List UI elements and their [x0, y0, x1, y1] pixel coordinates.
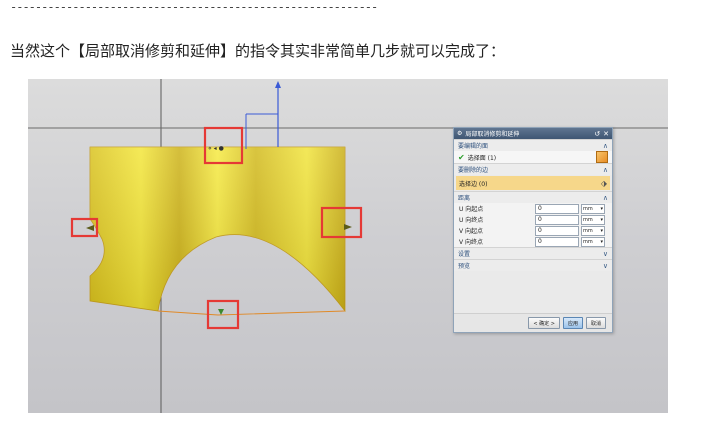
- section-distance-label: 距离: [458, 195, 471, 202]
- section-settings-label: 设置: [458, 251, 471, 258]
- dialog-title: 局部取消修剪和延伸: [465, 131, 520, 138]
- section-settings-header[interactable]: 设置 ∨: [454, 247, 612, 259]
- apply-button[interactable]: 应用: [562, 317, 583, 329]
- gear-icon: ⚙: [457, 130, 463, 137]
- cancel-button[interactable]: 取消: [585, 317, 606, 329]
- checkmark-icon: ✔: [458, 152, 465, 162]
- field-label: U 向终点: [459, 217, 484, 224]
- cad-screenshot: ⋄ ◂ ● ⚙ 局部取消修剪和延伸 ↺ ✕ 要编辑的面 ∧ ✔ 选择面 (1) …: [28, 79, 668, 413]
- field-row-v-end: V 向终点 0 mm ▾: [454, 236, 612, 247]
- u-start-input[interactable]: 0: [535, 203, 579, 214]
- ok-button[interactable]: < 确定 >: [528, 317, 560, 329]
- section-distance-header[interactable]: 距离 ∧: [454, 191, 612, 203]
- field-row-u-end: U 向终点 0 mm ▾: [454, 214, 612, 225]
- unit-label: mm: [583, 205, 593, 212]
- unext-dialog: ⚙ 局部取消修剪和延伸 ↺ ✕ 要编辑的面 ∧ ✔ 选择面 (1) 要删除的边 …: [453, 127, 613, 333]
- chevron-up-icon[interactable]: ∧: [603, 194, 608, 202]
- unit-label: mm: [583, 227, 593, 234]
- dialog-titlebar[interactable]: ⚙ 局部取消修剪和延伸 ↺ ✕: [454, 128, 612, 139]
- edge-selector-icon[interactable]: ⬗: [601, 179, 607, 188]
- face-selector-icon[interactable]: [596, 151, 608, 163]
- dropdown-icon: ▾: [600, 227, 603, 234]
- close-icon[interactable]: ✕: [603, 130, 609, 138]
- select-face-row[interactable]: ✔ 选择面 (1): [454, 151, 612, 163]
- chevron-up-icon[interactable]: ∧: [603, 142, 608, 150]
- unit-select[interactable]: mm ▾: [581, 203, 605, 214]
- dialog-button-bar: < 确定 > 应用 取消: [454, 313, 612, 332]
- section-face-label: 要编辑的面: [458, 143, 489, 150]
- section-edge-header[interactable]: 要删除的边 ∧: [454, 163, 612, 175]
- dropdown-icon: ▾: [600, 205, 603, 212]
- right-handle-icon[interactable]: [344, 224, 352, 230]
- field-label: V 向起点: [459, 228, 484, 235]
- field-label: V 向终点: [459, 239, 484, 246]
- v-end-input[interactable]: 0: [535, 236, 579, 247]
- section-face-header[interactable]: 要编辑的面 ∧: [454, 139, 612, 151]
- unit-select[interactable]: mm ▾: [581, 225, 605, 236]
- article-caption: 当然这个【局部取消修剪和延伸】的指令其实非常简单几步就可以完成了：: [10, 42, 506, 60]
- reset-icon[interactable]: ↺: [594, 130, 600, 138]
- section-edge-label: 要删除的边: [458, 167, 489, 174]
- handle-markers: ⋄ ◂ ●: [208, 145, 224, 152]
- chevron-down-icon[interactable]: ∨: [603, 262, 608, 270]
- field-label: U 向起点: [459, 206, 484, 213]
- bottom-handle-icon[interactable]: [218, 309, 224, 315]
- unit-label: mm: [583, 216, 593, 223]
- v-start-input[interactable]: 0: [535, 225, 579, 236]
- surface-outline-edge: [157, 310, 346, 316]
- field-row-u-start: U 向起点 0 mm ▾: [454, 203, 612, 214]
- separator-line: ----------------------------------------…: [10, 0, 378, 14]
- left-handle-icon[interactable]: [86, 225, 94, 231]
- select-edge-row[interactable]: 选择边 (0) ⬗: [456, 176, 610, 190]
- dropdown-icon: ▾: [600, 238, 603, 245]
- unit-label: mm: [583, 238, 593, 245]
- section-preview-label: 预览: [458, 263, 471, 270]
- z-axis-arrow: [275, 81, 281, 88]
- section-preview-header[interactable]: 预览 ∨: [454, 259, 612, 271]
- chevron-up-icon[interactable]: ∧: [603, 166, 608, 174]
- select-edge-value: 选择边 (0): [459, 180, 488, 188]
- u-end-input[interactable]: 0: [535, 214, 579, 225]
- select-face-value: 选择面 (1): [467, 154, 497, 162]
- unit-select[interactable]: mm ▾: [581, 236, 605, 247]
- surface-shading: [90, 147, 345, 311]
- chevron-down-icon[interactable]: ∨: [603, 250, 608, 258]
- field-row-v-start: V 向起点 0 mm ▾: [454, 225, 612, 236]
- unit-select[interactable]: mm ▾: [581, 214, 605, 225]
- dropdown-icon: ▾: [600, 216, 603, 223]
